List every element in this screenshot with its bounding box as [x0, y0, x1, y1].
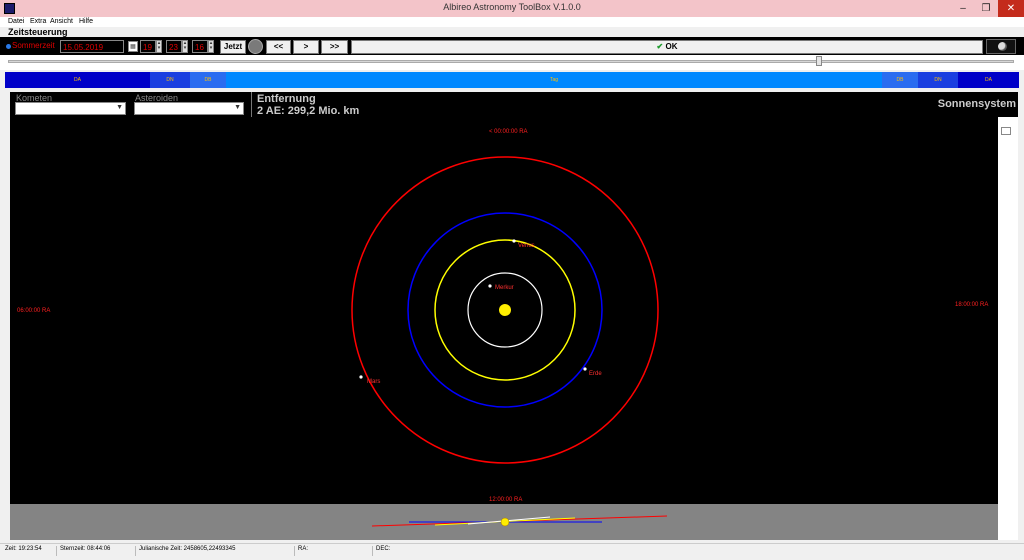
maximize-icon[interactable]: ❐ [975, 0, 997, 17]
second-field[interactable]: 16 [192, 40, 208, 53]
hour-spinner[interactable]: ▴ ▾ [156, 40, 162, 53]
second-spinner[interactable]: ▴ ▾ [208, 40, 214, 53]
sun [499, 304, 511, 316]
menu-extra[interactable]: Extra [30, 17, 46, 27]
segment-tag: Tag [226, 72, 882, 88]
moon-phase-panel [986, 39, 1016, 54]
venus-marker [512, 239, 516, 243]
dropdown-arrow-icon: ▼ [116, 104, 123, 111]
segment-db-end: DB [882, 72, 918, 88]
window-title: Albireo Astronomy ToolBox V.1.0.0 [443, 2, 581, 12]
distance-title: Entfernung [257, 93, 316, 105]
status-dec: DEC: [376, 546, 391, 552]
view-title: Sonnensystem [937, 98, 1016, 110]
ra-left-label: 06:00:00 RA [17, 308, 50, 314]
rewind-button[interactable]: << [266, 40, 291, 54]
status-sternzeit: Sternzeit: 08:44:06 [60, 546, 111, 552]
dropdown-arrow-icon: ▼ [234, 104, 241, 111]
daylight-bar: DA DN DB Tag DB DN DA [5, 72, 1019, 88]
minimize-icon[interactable]: – [952, 0, 974, 17]
status-divider [56, 546, 57, 556]
ra-top-label: < 00:00:00 RA [489, 129, 528, 135]
fast-forward-button[interactable]: >> [321, 40, 348, 54]
status-ra: RA: [298, 546, 309, 552]
orbit-side-view[interactable] [10, 504, 998, 540]
sun-side [500, 517, 510, 527]
segment-dn-start: DN [150, 72, 190, 88]
scrollbar-thumb[interactable] [1001, 127, 1011, 135]
side-view-svg [371, 515, 668, 527]
asteroiden-select[interactable]: ▼ [134, 102, 244, 115]
orbit-svg: Merkur Venus Erde Mars < 00:00:00 RA 06:… [17, 129, 988, 503]
ok-button[interactable]: ✔ OK [351, 40, 983, 54]
divider [251, 92, 252, 117]
ra-bottom-label: 12:00:00 RA [489, 497, 522, 503]
time-slider-track[interactable] [8, 60, 1014, 63]
ra-right-label: 18:00:00 RA [955, 302, 988, 308]
status-divider [372, 546, 373, 556]
status-divider [294, 546, 295, 556]
segment-da-start: DA [5, 72, 150, 88]
minute-spinner[interactable]: ▴ ▾ [182, 40, 188, 53]
minute-field[interactable]: 23 [166, 40, 182, 53]
title-bar: Albireo Astronomy ToolBox V.1.0.0 – ❐ ✕ [0, 0, 1024, 18]
segment-da-end: DA [958, 72, 1019, 88]
calendar-icon[interactable]: ▦ [128, 41, 138, 52]
erde-label: Erde [589, 371, 602, 377]
ok-label: OK [665, 42, 678, 51]
menu-bar: Datei Extra Ansicht Hilfe [0, 17, 1024, 27]
dst-radio[interactable] [6, 44, 11, 49]
date-field[interactable]: 15.05.2019 [60, 40, 124, 53]
mars-marker [359, 375, 363, 379]
erde-marker [583, 367, 587, 371]
status-bar: Zeit: 19:23:54 Sternzeit: 08:44:06 Julia… [0, 543, 1024, 560]
status-divider [135, 546, 136, 556]
moon-phase-icon [998, 42, 1007, 51]
mars-label: Mars [367, 379, 380, 385]
kometen-select[interactable]: ▼ [15, 102, 126, 115]
hour-field[interactable]: 19 [140, 40, 156, 53]
time-slider-thumb[interactable] [816, 56, 822, 66]
distance-value: 2 AE: 299,2 Mio. km [257, 105, 360, 117]
merkur-label: Merkur [495, 285, 514, 291]
zeitsteuerung-label: Zeitsteuerung [8, 27, 68, 37]
dst-label: Sommerzeit [12, 41, 55, 50]
venus-label: Venus [518, 243, 535, 249]
moon-sphere-icon [248, 39, 263, 54]
vertical-scrollbar[interactable] [998, 117, 1018, 540]
segment-db-start: DB [190, 72, 226, 88]
status-julian: Julianische Zeit: 2458605,22493345 [139, 546, 236, 552]
menu-ansicht[interactable]: Ansicht [50, 17, 73, 27]
menu-hilfe[interactable]: Hilfe [79, 17, 93, 27]
orbit-view[interactable]: Merkur Venus Erde Mars < 00:00:00 RA 06:… [10, 117, 998, 504]
forward-button[interactable]: > [293, 40, 319, 54]
segment-dn-end: DN [918, 72, 958, 88]
menu-datei[interactable]: Datei [8, 17, 24, 27]
status-zeit: Zeit: 19:23:54 [5, 546, 42, 552]
close-icon[interactable]: ✕ [998, 0, 1024, 17]
time-toolbar: Sommerzeit 15.05.2019 ▦ 19 ▴ ▾ 23 ▴ ▾ 16 ▴… [0, 38, 1024, 55]
merkur-marker [488, 284, 492, 288]
now-button[interactable]: Jetzt [220, 40, 246, 54]
check-icon: ✔ [656, 42, 664, 51]
